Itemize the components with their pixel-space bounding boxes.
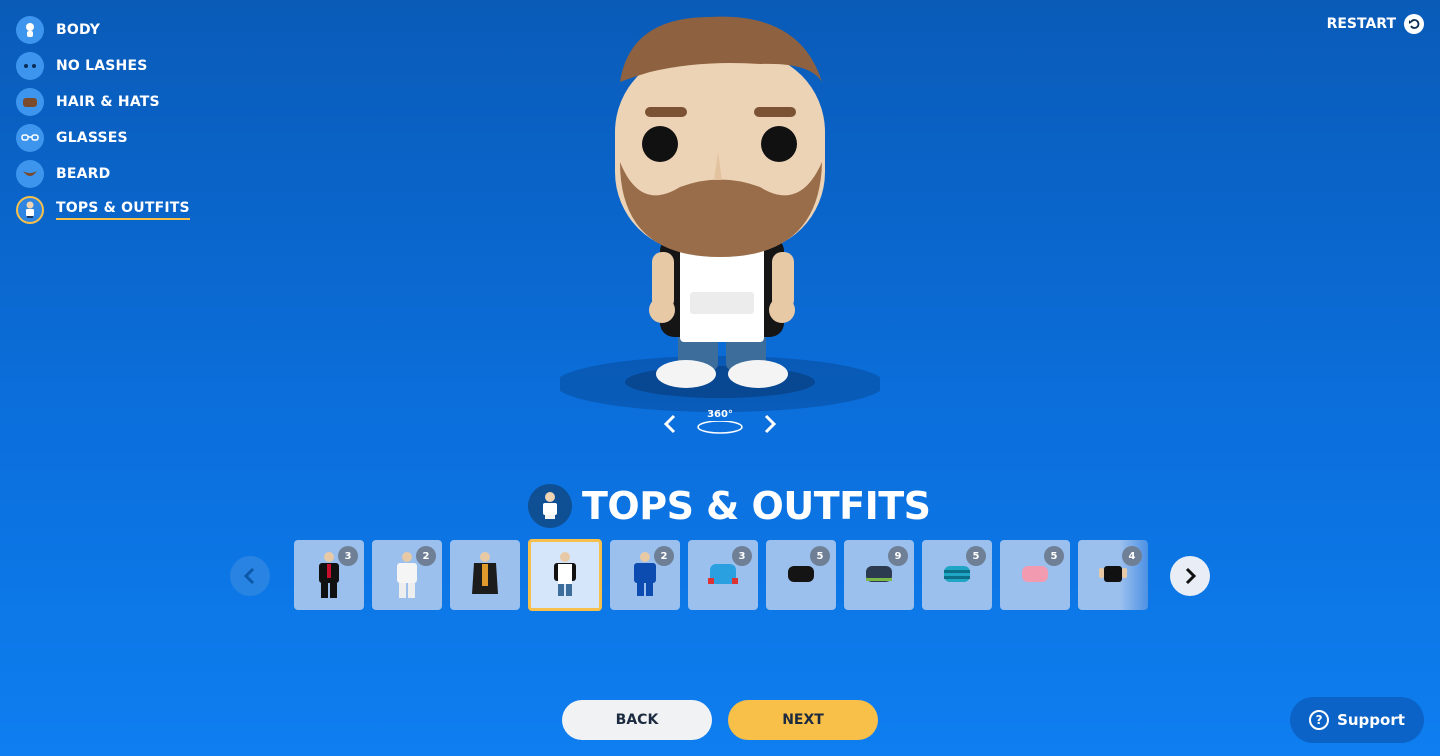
apron-icon bbox=[554, 552, 576, 596]
sidebar-item-beard[interactable]: BEARD bbox=[16, 156, 190, 192]
variant-count-badge: 9 bbox=[888, 546, 908, 566]
carousel-next-button[interactable] bbox=[1170, 556, 1210, 596]
variant-count-badge: 3 bbox=[338, 546, 358, 566]
pop-figure-image bbox=[555, 16, 885, 412]
eyes-icon bbox=[16, 52, 44, 80]
outfit-tile[interactable]: 2 bbox=[610, 540, 680, 610]
carousel-prev-button[interactable] bbox=[230, 556, 270, 596]
outfit-tile-selected[interactable] bbox=[528, 539, 602, 611]
outfit-icon bbox=[16, 196, 44, 224]
sidebar-item-no-lashes[interactable]: NO LASHES bbox=[16, 48, 190, 84]
outfit-tile[interactable]: 2 bbox=[372, 540, 442, 610]
outfit-tile[interactable]: 5 bbox=[1000, 540, 1070, 610]
sidebar-item-glasses[interactable]: GLASSES bbox=[16, 120, 190, 156]
back-button[interactable]: BACK bbox=[562, 700, 712, 740]
sidebar-item-label: TOPS & OUTFITS bbox=[56, 200, 190, 220]
next-button[interactable]: NEXT bbox=[728, 700, 878, 740]
sidebar-item-label: BODY bbox=[56, 22, 101, 38]
variant-count-badge: 4 bbox=[1122, 546, 1142, 566]
chevron-left-icon bbox=[243, 567, 255, 585]
outfit-tile[interactable]: 4 bbox=[1078, 540, 1148, 610]
glasses-icon bbox=[16, 124, 44, 152]
sidebar-item-label: BEARD bbox=[56, 166, 111, 182]
section-header: TOPS & OUTFITS bbox=[528, 484, 931, 528]
restart-label: RESTART bbox=[1326, 16, 1396, 32]
support-button[interactable]: ? Support bbox=[1290, 697, 1424, 743]
variant-count-badge: 3 bbox=[732, 546, 752, 566]
outfit-tile[interactable]: 3 bbox=[688, 540, 758, 610]
variant-count-badge: 2 bbox=[416, 546, 436, 566]
body-icon bbox=[16, 16, 44, 44]
hair-icon bbox=[16, 88, 44, 116]
rotate-controls: 360° bbox=[660, 406, 780, 442]
chevron-right-icon bbox=[764, 414, 777, 434]
sidebar-item-label: GLASSES bbox=[56, 130, 128, 146]
section-title: TOPS & OUTFITS bbox=[582, 484, 931, 528]
restart-icon bbox=[1404, 14, 1424, 34]
outfit-tiles: 3 2 2 3 5 9 5 5 4 bbox=[294, 539, 1148, 611]
variant-count-badge: 5 bbox=[1044, 546, 1064, 566]
outfit-tile[interactable] bbox=[450, 540, 520, 610]
dark-robe-icon bbox=[472, 552, 498, 594]
help-icon: ? bbox=[1309, 710, 1330, 730]
outfit-tile[interactable]: 5 bbox=[922, 540, 992, 610]
sidebar-item-label: NO LASHES bbox=[56, 58, 148, 74]
rotate-right-button[interactable] bbox=[760, 410, 780, 438]
outfit-tile[interactable]: 9 bbox=[844, 540, 914, 610]
figure-preview[interactable] bbox=[555, 12, 885, 412]
outfit-tile[interactable]: 3 bbox=[294, 540, 364, 610]
variant-count-badge: 5 bbox=[966, 546, 986, 566]
support-label: Support bbox=[1337, 711, 1405, 729]
rotate-360-icon bbox=[697, 420, 743, 434]
sidebar-item-tops-outfits[interactable]: TOPS & OUTFITS bbox=[16, 192, 190, 228]
variant-count-badge: 2 bbox=[654, 546, 674, 566]
rotate-label: 360° bbox=[707, 409, 733, 420]
outfit-carousel: 3 2 2 3 5 9 5 5 4 bbox=[230, 539, 1210, 612]
outfit-icon bbox=[528, 484, 572, 528]
sidebar-item-hair-hats[interactable]: HAIR & HATS bbox=[16, 84, 190, 120]
chevron-right-icon bbox=[1185, 567, 1197, 585]
chevron-left-icon bbox=[663, 414, 676, 434]
beard-icon bbox=[16, 160, 44, 188]
sidebar-item-label: HAIR & HATS bbox=[56, 94, 160, 110]
restart-button[interactable]: RESTART bbox=[1327, 14, 1424, 34]
category-sidebar: BODY NO LASHES HAIR & HATS GLASSES BEARD… bbox=[16, 12, 190, 228]
rotate-left-button[interactable] bbox=[660, 410, 680, 438]
sidebar-item-body[interactable]: BODY bbox=[16, 12, 190, 48]
outfit-tile[interactable]: 5 bbox=[766, 540, 836, 610]
variant-count-badge: 5 bbox=[810, 546, 830, 566]
rotate-360-indicator: 360° bbox=[696, 409, 744, 439]
